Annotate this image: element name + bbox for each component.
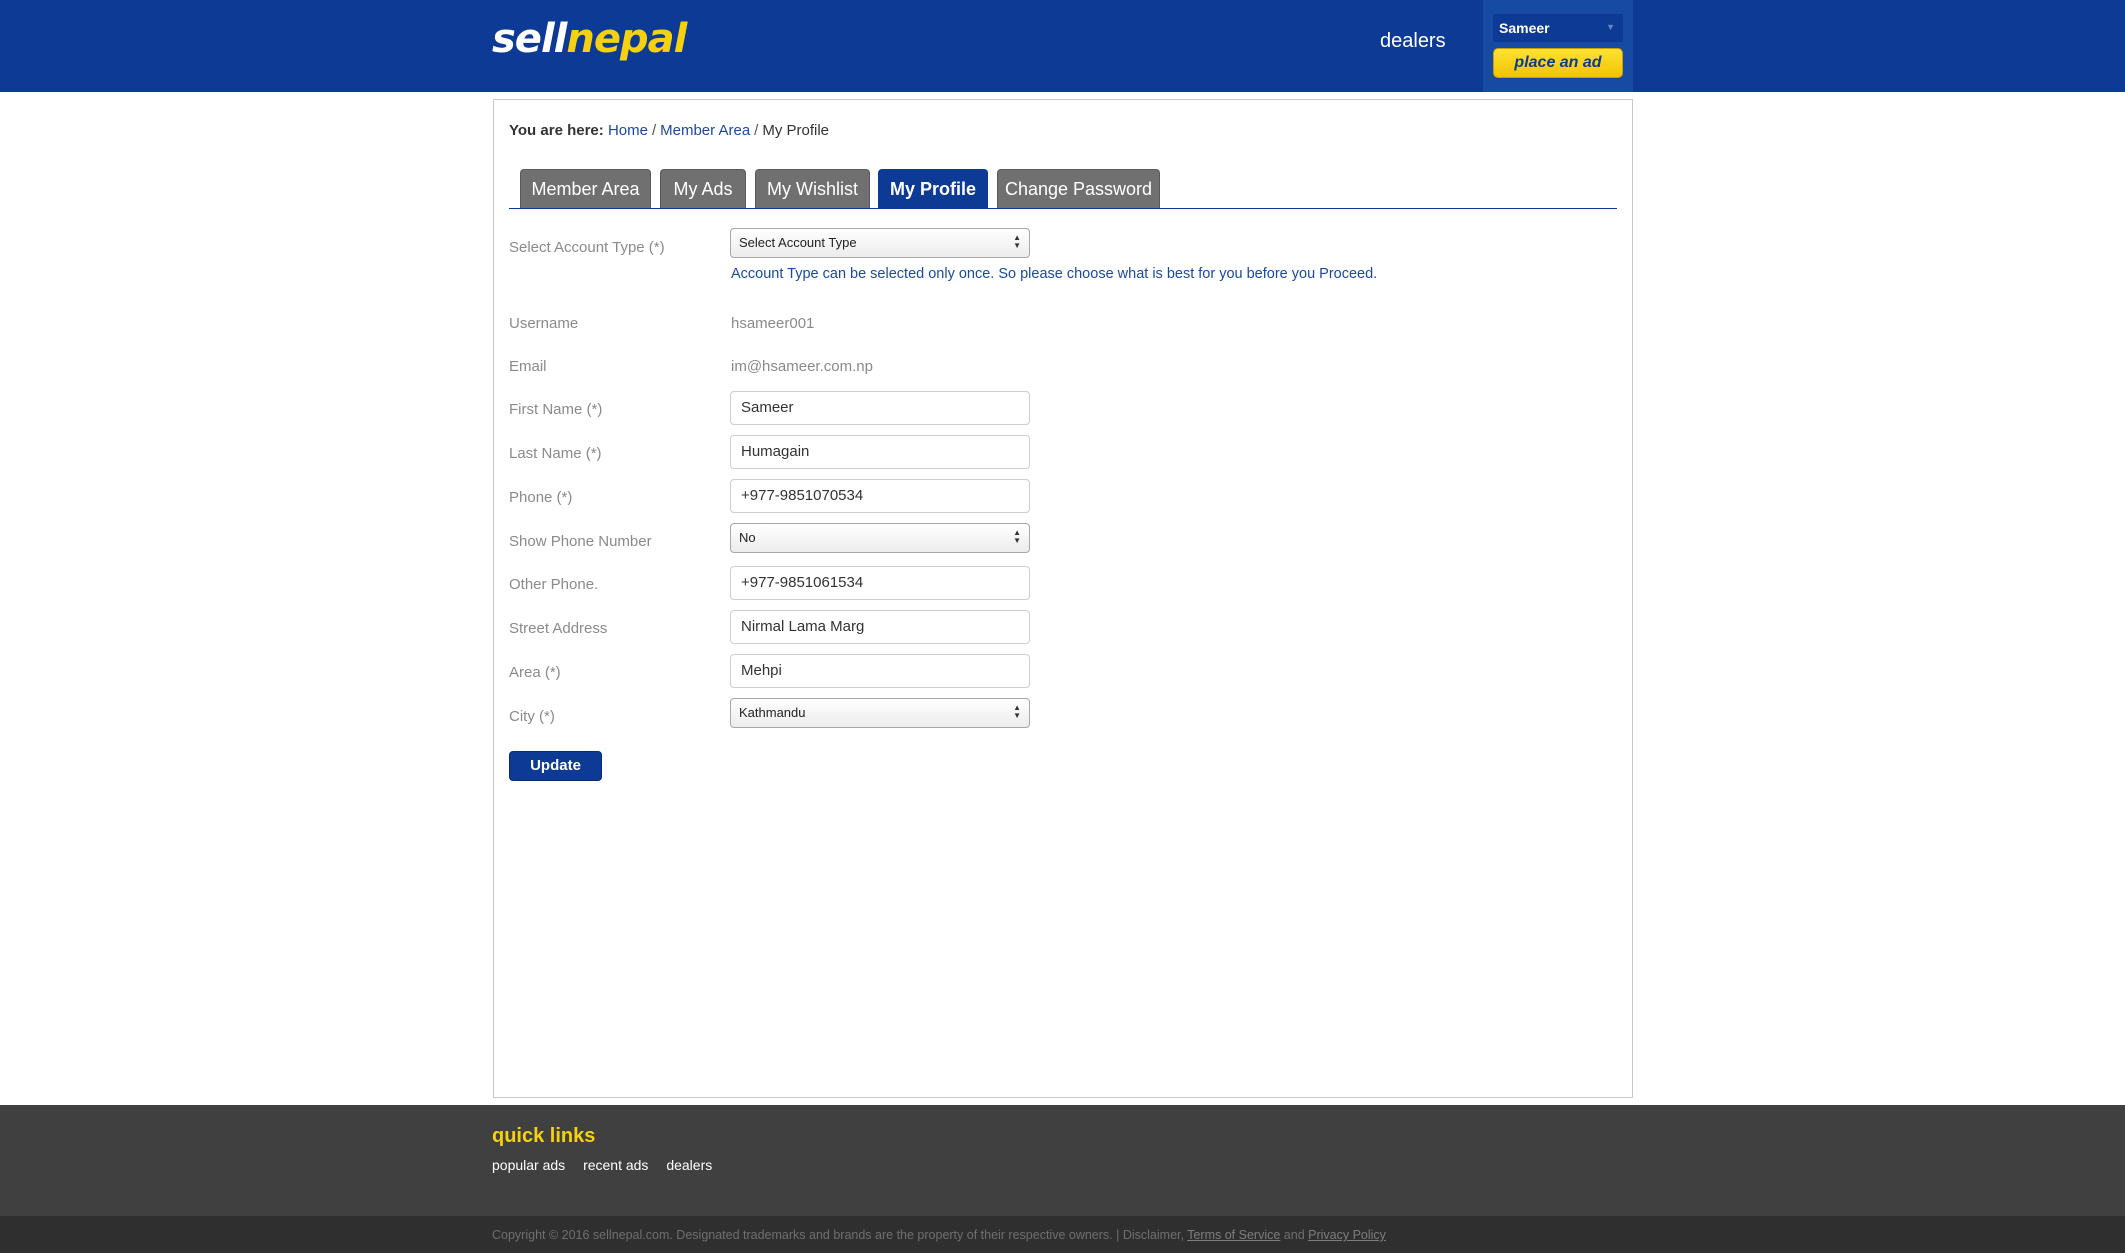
username-value: hsameer001	[731, 315, 815, 332]
city-label: City (*)	[509, 708, 555, 725]
quick-links-title: quick links	[492, 1125, 596, 1147]
street-address-label: Street Address	[509, 620, 608, 637]
street-address-field[interactable]: Nirmal Lama Marg	[730, 610, 1030, 644]
tab-my-wishlist[interactable]: My Wishlist	[755, 169, 870, 208]
last-name-label: Last Name (*)	[509, 445, 602, 462]
other-phone-field[interactable]: +977-9851061534	[730, 566, 1030, 600]
account-type-select[interactable]: Select Account Type ▲ ▼	[730, 228, 1030, 258]
phone-label: Phone (*)	[509, 489, 573, 506]
first-name-label: First Name (*)	[509, 401, 603, 418]
account-type-label: Select Account Type (*)	[509, 239, 665, 256]
breadcrumb: You are here: Home / Member Area / My Profil…	[509, 122, 830, 139]
city-value: Kathmandu	[739, 705, 806, 720]
last-name-field[interactable]: Humagain	[730, 435, 1030, 469]
other-phone-label: Other Phone.	[509, 576, 599, 593]
area-label: Area (*)	[509, 664, 561, 681]
show-phone-select[interactable]: No ▲ ▼	[730, 523, 1030, 553]
dealers-nav-link[interactable]: dealers	[1380, 30, 1446, 53]
account-type-value: Select Account Type	[739, 235, 857, 250]
logo-text-nepal: nepal	[566, 16, 687, 62]
account-type-note: Account Type can be selected only once. …	[731, 266, 1378, 282]
city-select[interactable]: Kathmandu ▲ ▼	[730, 698, 1030, 728]
breadcrumb-current: My Profile	[762, 122, 830, 139]
tab-member-area[interactable]: Member Area	[520, 169, 651, 208]
footer-link-dealers[interactable]: dealers	[666, 1157, 712, 1173]
site-logo[interactable]: sellnepal	[492, 16, 687, 62]
copyright-and: and	[1283, 1228, 1305, 1242]
footer-link-popular-ads[interactable]: popular ads	[492, 1157, 565, 1173]
email-value: im@hsameer.com.np	[731, 358, 873, 375]
tab-my-ads[interactable]: My Ads	[660, 169, 746, 208]
place-ad-button[interactable]: place an ad	[1493, 48, 1623, 78]
select-arrows-icon: ▲ ▼	[1013, 528, 1021, 545]
first-name-field[interactable]: Sameer	[730, 391, 1030, 425]
breadcrumb-member-area[interactable]: Member Area	[660, 122, 750, 139]
user-panel: Sameer ▼ place an ad	[1483, 0, 1633, 92]
area-field[interactable]: Mehpi	[730, 654, 1030, 688]
profile-tabs: Member Area My Ads My Wishlist My Profil…	[509, 169, 1617, 209]
email-label: Email	[509, 358, 547, 375]
select-arrows-icon: ▲ ▼	[1013, 233, 1021, 250]
user-name: Sameer	[1499, 20, 1550, 36]
show-phone-label: Show Phone Number	[509, 533, 652, 550]
logo-text-sell: sell	[492, 16, 567, 62]
site-footer: quick links popular ads recent ads deale…	[0, 1105, 2125, 1216]
copyright-bar: Copyright © 2016 sellnepal.com. Designat…	[0, 1216, 2125, 1253]
breadcrumb-prefix: You are here:	[509, 122, 604, 139]
privacy-policy-link[interactable]: Privacy Policy	[1308, 1228, 1386, 1242]
breadcrumb-home[interactable]: Home	[608, 122, 648, 139]
update-button[interactable]: Update	[509, 751, 602, 781]
tab-my-profile[interactable]: My Profile	[878, 169, 988, 208]
tab-change-password[interactable]: Change Password	[997, 169, 1160, 208]
copyright-statement: Copyright © 2016 sellnepal.com. Designat…	[492, 1228, 1184, 1242]
username-label: Username	[509, 315, 579, 332]
show-phone-value: No	[739, 530, 756, 545]
chevron-down-icon: ▼	[1606, 22, 1615, 32]
quick-links: popular ads recent ads dealers	[492, 1157, 726, 1173]
phone-field[interactable]: +977-9851070534	[730, 479, 1030, 513]
select-arrows-icon: ▲ ▼	[1013, 703, 1021, 720]
site-header: sellnepal dealers Sameer ▼ place an ad	[0, 0, 2125, 92]
copyright-text: Copyright © 2016 sellnepal.com. Designat…	[492, 1228, 1386, 1242]
profile-panel: You are here: Home / Member Area / My Profil…	[493, 99, 1633, 1098]
terms-of-service-link[interactable]: Terms of Service	[1187, 1228, 1280, 1242]
footer-link-recent-ads[interactable]: recent ads	[583, 1157, 648, 1173]
user-menu-dropdown[interactable]: Sameer ▼	[1493, 14, 1623, 42]
